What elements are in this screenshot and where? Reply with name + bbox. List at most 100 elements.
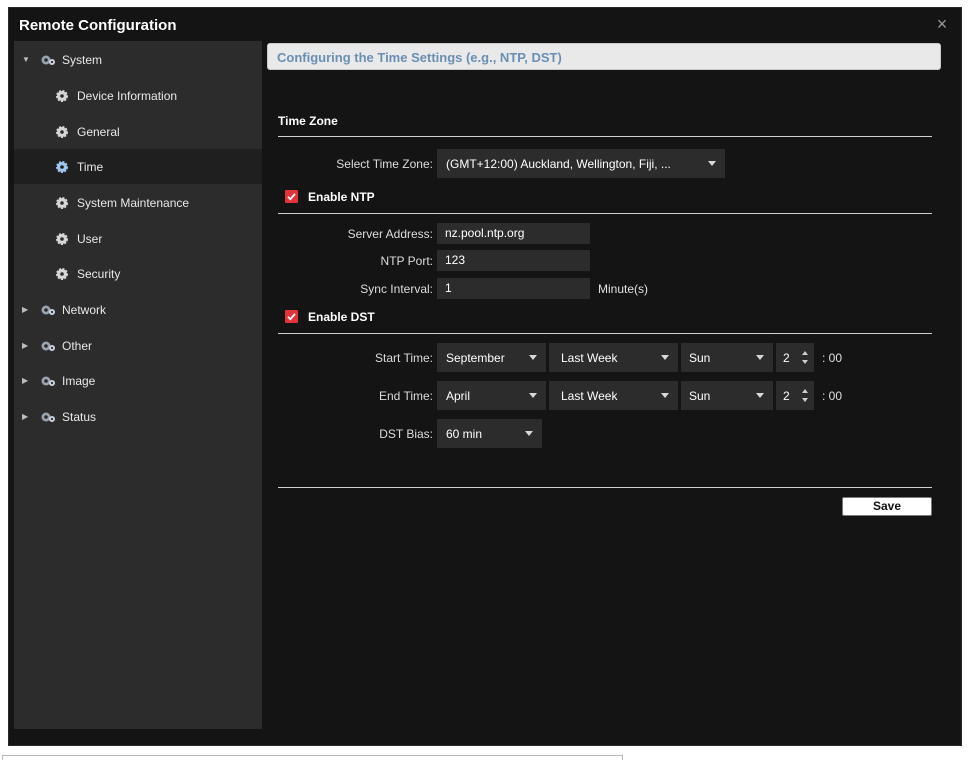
sidebar-item-label: General — [77, 124, 120, 139]
sidebar-item-label: Image — [62, 373, 96, 388]
gear-icon — [55, 160, 69, 174]
sync-interval-label: Sync Interval: — [360, 282, 433, 296]
dropdown-caret-icon — [708, 161, 716, 166]
start-hour-stepper[interactable]: 2 — [776, 343, 814, 372]
gear-icon — [55, 232, 69, 246]
title-bar: Remote Configuration × — [9, 8, 961, 44]
end-time-label: End Time: — [378, 389, 433, 403]
enable-ntp-checkbox[interactable] — [285, 190, 298, 203]
end-week-dropdown[interactable]: Last Week — [549, 381, 678, 410]
section-divider — [278, 333, 932, 334]
page-title: Configuring the Time Settings (e.g., NTP… — [277, 50, 562, 65]
sidebar-item-label: Device Information — [77, 88, 178, 103]
gears-icon — [40, 374, 56, 388]
start-day-value: Sun — [689, 351, 711, 365]
sidebar-item-user[interactable]: User — [14, 221, 262, 256]
sidebar-item-time[interactable]: Time — [14, 149, 262, 184]
start-month-value: September — [446, 351, 505, 365]
sidebar-item-label: Network — [62, 302, 107, 317]
close-icon[interactable]: × — [933, 15, 951, 33]
footer-divider — [278, 487, 932, 488]
time-zone-section-title: Time Zone — [278, 114, 338, 128]
dropdown-caret-icon — [529, 355, 537, 360]
sidebar-tree: ▼ System Device Information General Time… — [14, 41, 262, 729]
dropdown-caret-icon — [525, 431, 533, 436]
gears-icon — [40, 53, 56, 67]
time-zone-label: Select Time Zone: — [336, 157, 433, 171]
end-hour-stepper[interactable]: 2 — [776, 381, 814, 410]
start-minute-suffix: : 00 — [822, 351, 843, 365]
sidebar-item-label: System — [62, 52, 103, 67]
server-address-label: Server Address: — [347, 227, 433, 241]
dropdown-caret-icon — [529, 393, 537, 398]
gear-icon — [55, 125, 69, 139]
time-zone-dropdown[interactable]: (GMT+12:00) Auckland, Wellington, Fiji, … — [437, 149, 725, 178]
sidebar-item-label: Time — [77, 159, 104, 174]
end-day-value: Sun — [689, 389, 711, 403]
dst-bias-dropdown[interactable]: 60 min — [437, 419, 542, 448]
sidebar-item-system-maintenance[interactable]: System Maintenance — [14, 185, 262, 220]
sidebar-item-label: Status — [62, 409, 97, 424]
sidebar-item-image[interactable]: ▶ Image — [14, 363, 262, 398]
collapse-arrow-icon[interactable]: ▶ — [22, 376, 32, 385]
sidebar-item-label: System Maintenance — [77, 195, 190, 210]
start-month-dropdown[interactable]: September — [437, 343, 546, 372]
stepper-up-icon[interactable] — [802, 351, 808, 355]
end-month-dropdown[interactable]: April — [437, 381, 546, 410]
page-title-bar: Configuring the Time Settings (e.g., NTP… — [267, 43, 941, 70]
collapse-arrow-icon[interactable]: ▶ — [22, 305, 32, 314]
dropdown-caret-icon — [756, 355, 764, 360]
collapse-arrow-icon[interactable]: ▶ — [22, 412, 32, 421]
sidebar-item-general[interactable]: General — [14, 114, 262, 149]
start-week-dropdown[interactable]: Last Week — [549, 343, 678, 372]
gears-icon — [40, 303, 56, 317]
sidebar-item-label: Other — [62, 338, 93, 353]
section-divider — [278, 136, 932, 137]
enable-dst-checkbox[interactable] — [285, 310, 298, 323]
stepper-down-icon[interactable] — [802, 398, 808, 402]
end-minute-suffix: : 00 — [822, 389, 843, 403]
gear-icon — [55, 267, 69, 281]
end-month-value: April — [446, 389, 471, 403]
sidebar-item-network[interactable]: ▶ Network — [14, 292, 262, 327]
end-day-dropdown[interactable]: Sun — [681, 381, 773, 410]
stepper-up-icon[interactable] — [802, 389, 808, 393]
start-time-label: Start Time: — [374, 351, 433, 365]
ntp-port-input[interactable]: 123 — [437, 250, 590, 271]
enable-ntp-label: Enable NTP — [308, 190, 375, 204]
dst-bias-label: DST Bias: — [379, 427, 433, 441]
server-address-input[interactable]: nz.pool.ntp.org — [437, 223, 590, 244]
ntp-port-label: NTP Port: — [380, 254, 433, 268]
sync-interval-input[interactable]: 1 — [437, 278, 590, 299]
gears-icon — [40, 410, 56, 424]
collapse-arrow-icon[interactable]: ▶ — [22, 341, 32, 350]
window-title: Remote Configuration — [19, 17, 177, 34]
sidebar-item-system[interactable]: ▼ System — [14, 42, 262, 77]
gear-icon — [55, 196, 69, 210]
end-week-value: Last Week — [561, 389, 618, 403]
start-day-dropdown[interactable]: Sun — [681, 343, 773, 372]
sidebar-item-device-information[interactable]: Device Information — [14, 78, 262, 113]
sidebar-item-label: User — [77, 231, 103, 246]
section-divider — [278, 213, 932, 214]
sidebar-item-security[interactable]: Security — [14, 256, 262, 291]
gear-icon — [55, 89, 69, 103]
sync-interval-unit: Minute(s) — [598, 282, 649, 296]
expand-arrow-icon[interactable]: ▼ — [22, 55, 32, 64]
end-hour-value: 2 — [783, 389, 790, 403]
stepper-down-icon[interactable] — [802, 360, 808, 364]
gears-icon — [40, 339, 56, 353]
status-bar-outline — [2, 755, 623, 760]
sidebar-item-label: Security — [77, 266, 121, 281]
dropdown-caret-icon — [756, 393, 764, 398]
enable-dst-label: Enable DST — [308, 310, 375, 324]
start-week-value: Last Week — [561, 351, 618, 365]
start-hour-value: 2 — [783, 351, 790, 365]
sidebar-item-status[interactable]: ▶ Status — [14, 399, 262, 434]
sidebar-item-other[interactable]: ▶ Other — [14, 328, 262, 363]
dropdown-caret-icon — [661, 393, 669, 398]
dst-bias-value: 60 min — [446, 427, 483, 441]
save-button[interactable]: Save — [842, 497, 932, 516]
time-zone-value: (GMT+12:00) Auckland, Wellington, Fiji, … — [446, 157, 671, 171]
dropdown-caret-icon — [661, 355, 669, 360]
